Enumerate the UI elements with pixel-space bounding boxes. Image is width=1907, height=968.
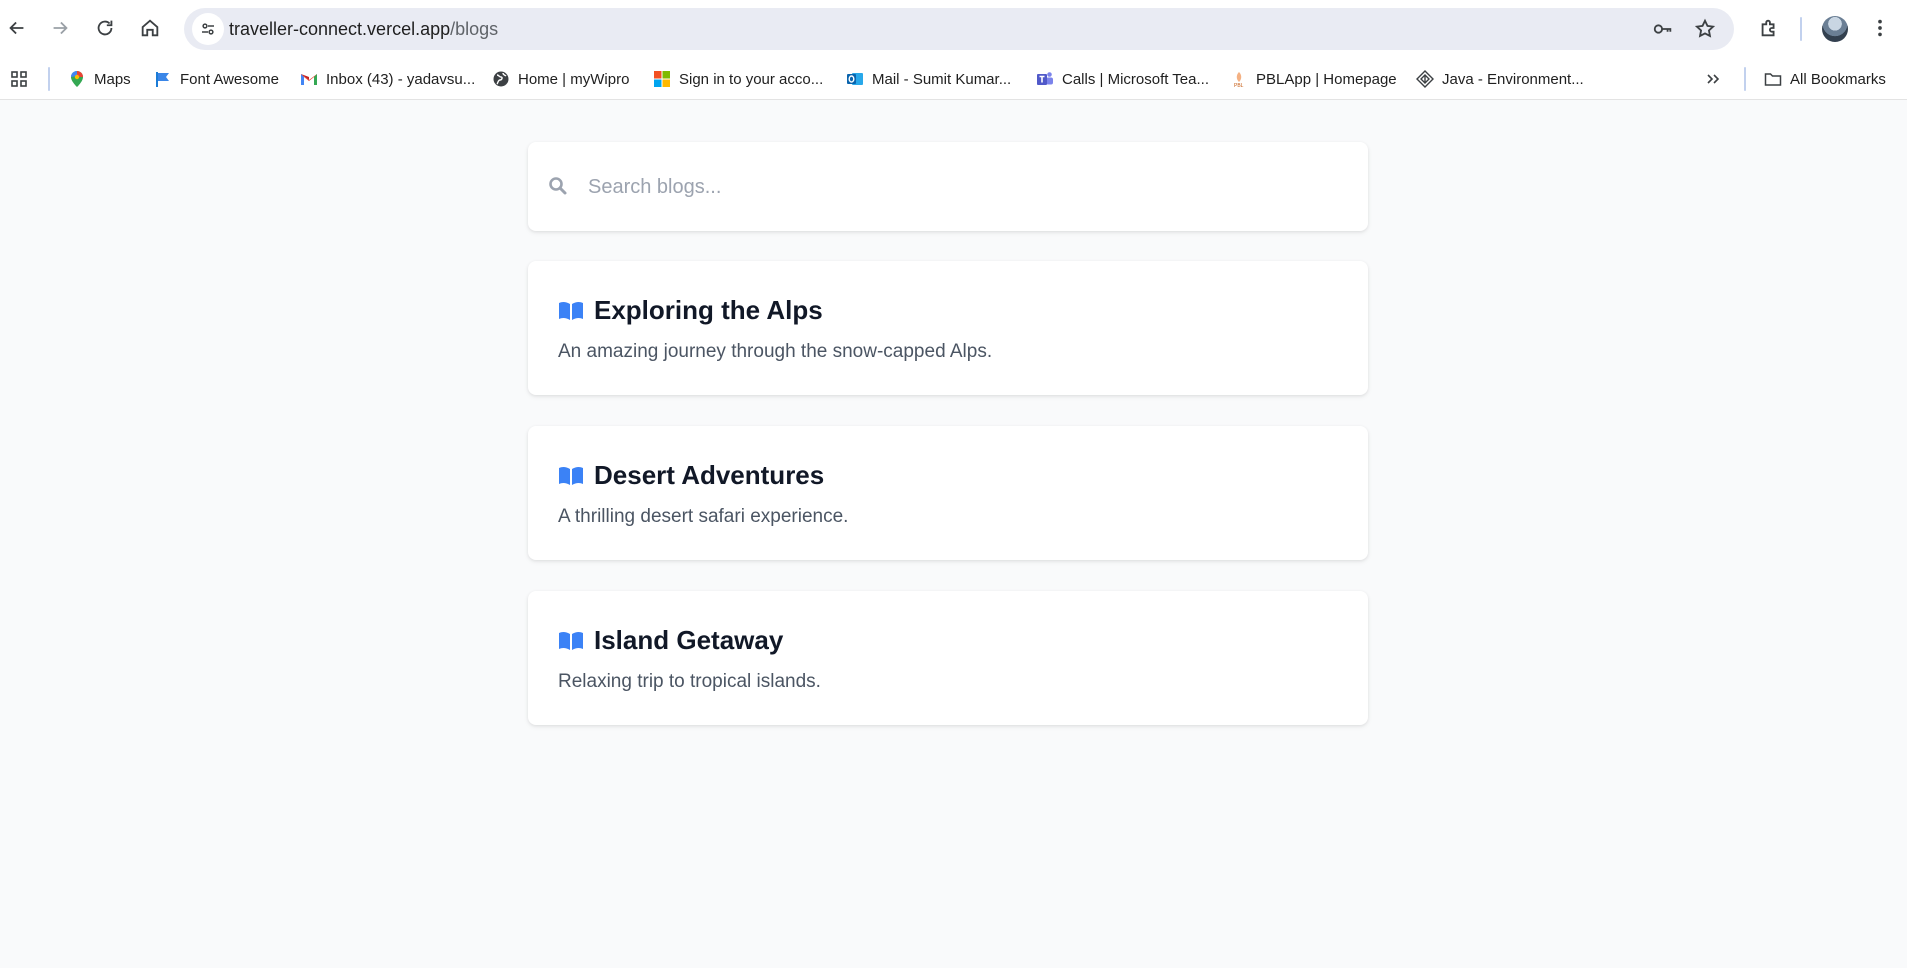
book-open-icon bbox=[559, 466, 583, 485]
bookmarks-divider bbox=[48, 67, 50, 91]
bookmark-label: Maps bbox=[94, 70, 131, 88]
arrow-right-icon bbox=[53, 21, 68, 35]
key-icon bbox=[1653, 24, 1672, 34]
arrow-left-icon bbox=[9, 21, 24, 35]
site-info-button[interactable] bbox=[192, 13, 224, 45]
blog-card[interactable]: Desert Adventures A thrilling desert saf… bbox=[528, 426, 1368, 560]
star-icon bbox=[1694, 18, 1716, 38]
search-box bbox=[528, 142, 1368, 231]
bookmark-label: Mail - Sumit Kumar... bbox=[872, 70, 1012, 88]
bookmark-label: Sign in to your acco... bbox=[679, 70, 824, 88]
blog-description: A thrilling desert safari experience. bbox=[558, 506, 849, 527]
blog-description: An amazing journey through the snow-capp… bbox=[558, 341, 993, 362]
search-input[interactable] bbox=[586, 166, 1346, 208]
bookmark-label: Font Awesome bbox=[180, 70, 279, 88]
bookmark-maps[interactable]: Maps bbox=[68, 58, 131, 100]
book-open-icon bbox=[559, 301, 583, 320]
bookmark-outlook[interactable]: Mail - Sumit Kumar... bbox=[846, 58, 1011, 100]
bookmark-microsoft-signin[interactable]: Sign in to your acco... bbox=[653, 58, 823, 100]
apps-button[interactable] bbox=[10, 58, 36, 100]
blogs-page: Exploring the Alps An amazing journey th… bbox=[0, 101, 1907, 968]
bookmark-gmail[interactable]: Inbox (43) - yadavsu... bbox=[300, 58, 475, 100]
bookmark-label: Calls | Microsoft Tea... bbox=[1062, 70, 1209, 88]
home-icon bbox=[141, 19, 159, 37]
bookmark-label: Java - Environment... bbox=[1442, 70, 1584, 88]
teams-icon bbox=[1036, 70, 1054, 88]
gmail-icon bbox=[300, 70, 318, 88]
profile-avatar[interactable] bbox=[1822, 16, 1848, 42]
bookmark-pblapp[interactable]: PBL PBLApp | Homepage bbox=[1230, 58, 1397, 100]
blog-description: Relaxing trip to tropical islands. bbox=[558, 671, 821, 692]
browser-menu-button[interactable] bbox=[1863, 11, 1897, 45]
svg-text:PBL: PBL bbox=[1234, 83, 1244, 88]
url-path: /blogs bbox=[450, 19, 499, 39]
bookmarks-divider bbox=[1744, 67, 1746, 91]
blog-title-row: Island Getaway bbox=[558, 625, 783, 656]
puzzle-icon bbox=[1761, 19, 1775, 37]
folder-icon bbox=[1764, 70, 1782, 88]
toolbar-divider bbox=[1800, 17, 1802, 41]
home-button[interactable] bbox=[133, 11, 167, 45]
search-icon bbox=[549, 177, 567, 195]
bookmark-mywipro[interactable]: Home | myWipro bbox=[492, 58, 629, 100]
bookmark-label: Inbox (43) - yadavsu... bbox=[326, 70, 476, 88]
url-host: traveller-connect.vercel.app bbox=[229, 19, 451, 39]
more-vertical-icon bbox=[1878, 19, 1882, 37]
blog-title[interactable]: Island Getaway bbox=[594, 625, 783, 656]
address-bar[interactable]: traveller-connect.vercel.app/blogs bbox=[184, 8, 1734, 50]
tune-icon bbox=[202, 23, 214, 35]
blog-title-row: Desert Adventures bbox=[558, 460, 824, 491]
password-key-button[interactable] bbox=[1650, 16, 1676, 42]
globe-icon bbox=[492, 70, 510, 88]
book-open-icon bbox=[559, 631, 583, 650]
apps-grid-icon bbox=[10, 70, 28, 88]
outlook-icon bbox=[846, 70, 864, 88]
bookmarks-bar: Maps Font Awesome Inbox (43) - yadavsu..… bbox=[0, 58, 1907, 100]
all-bookmarks-label: All Bookmarks bbox=[1790, 70, 1886, 88]
font-awesome-flag-icon bbox=[154, 70, 172, 88]
java-env-icon bbox=[1416, 70, 1434, 88]
reload-button[interactable] bbox=[88, 11, 122, 45]
blog-title[interactable]: Desert Adventures bbox=[594, 460, 824, 491]
extensions-button[interactable] bbox=[1752, 11, 1786, 45]
bookmark-java-environment[interactable]: Java - Environment... bbox=[1416, 58, 1584, 100]
bookmark-font-awesome[interactable]: Font Awesome bbox=[154, 58, 279, 100]
chevron-double-right-icon bbox=[1704, 70, 1722, 88]
reload-icon bbox=[97, 20, 113, 36]
bookmarks-overflow-button[interactable] bbox=[1704, 58, 1730, 100]
bookmark-teams[interactable]: Calls | Microsoft Tea... bbox=[1036, 58, 1209, 100]
pblapp-icon: PBL bbox=[1230, 70, 1248, 88]
blog-title-row: Exploring the Alps bbox=[558, 295, 823, 326]
forward-button[interactable] bbox=[43, 11, 77, 45]
blog-card[interactable]: Island Getaway Relaxing trip to tropical… bbox=[528, 591, 1368, 725]
bookmark-label: Home | myWipro bbox=[518, 70, 630, 88]
browser-toolbar: traveller-connect.vercel.app/blogs bbox=[0, 0, 1907, 58]
bookmark-star-button[interactable] bbox=[1692, 16, 1718, 42]
microsoft-icon bbox=[653, 70, 671, 88]
all-bookmarks-button[interactable]: All Bookmarks bbox=[1764, 58, 1886, 100]
maps-icon bbox=[68, 70, 86, 88]
blog-title[interactable]: Exploring the Alps bbox=[594, 295, 823, 326]
bookmark-label: PBLApp | Homepage bbox=[1256, 70, 1397, 88]
url-text[interactable]: traveller-connect.vercel.app/blogs bbox=[229, 8, 498, 50]
blog-card[interactable]: Exploring the Alps An amazing journey th… bbox=[528, 261, 1368, 395]
back-button[interactable] bbox=[0, 11, 34, 45]
